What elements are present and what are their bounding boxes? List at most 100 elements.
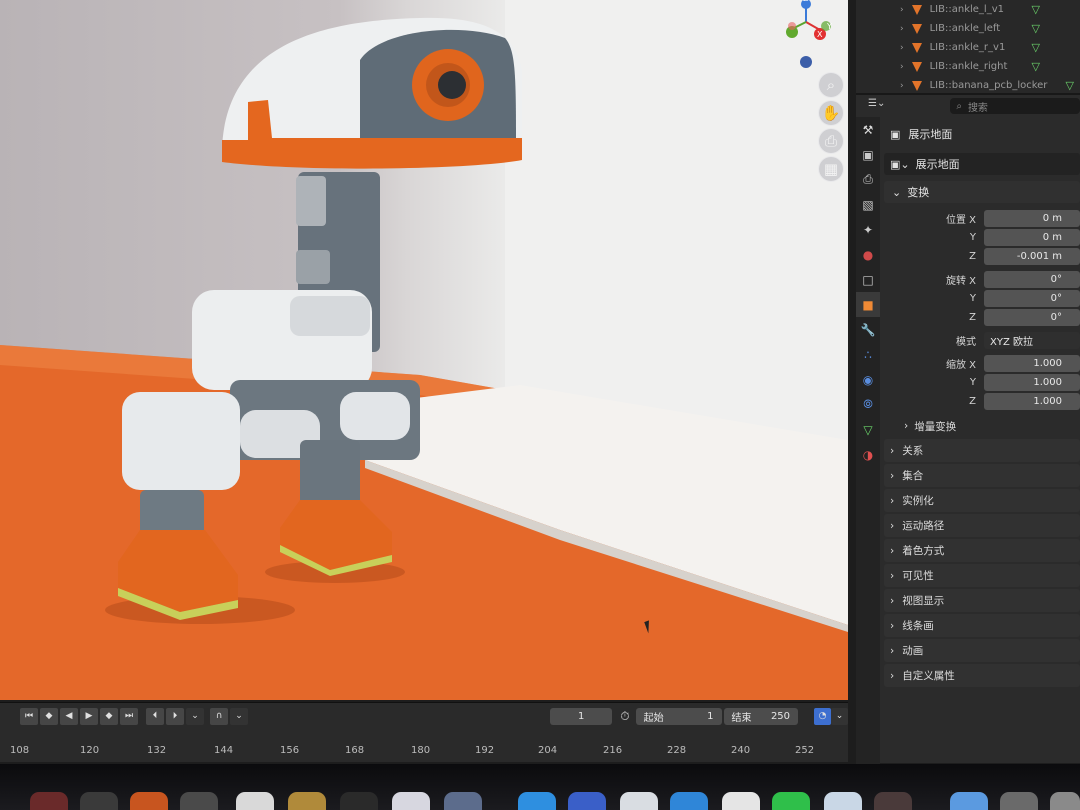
mesh-data-icon[interactable]: ▽ (1032, 60, 1040, 73)
dock-app-icon[interactable] (620, 792, 658, 810)
material-tab-icon[interactable]: ◑ (856, 442, 880, 467)
visibility-panel[interactable]: › 可见性 (884, 564, 1080, 587)
outliner-row[interactable]: › LIB::ankle_right ▽ (856, 57, 1080, 76)
timeline-ruler[interactable]: 108 120 132 144 156 168 180 192 204 216 … (0, 741, 848, 763)
constraints-tab-icon[interactable]: ⦾ (856, 392, 880, 417)
expand-chevron-icon[interactable]: › (900, 62, 904, 72)
collections-panel[interactable]: › 集合 (884, 464, 1080, 487)
scale-y-field[interactable]: 1.000 (984, 374, 1080, 391)
world-tab-icon[interactable]: ● (856, 242, 880, 267)
dock-app-icon[interactable] (722, 792, 760, 810)
prev-keyframe-icon[interactable]: ◆ (40, 707, 58, 725)
play-icon[interactable]: ▶ (80, 707, 98, 725)
rotation-mode-dropdown[interactable]: XYZ 欧拉 (984, 332, 1080, 349)
tool-tab-icon[interactable]: ⚒ (856, 117, 880, 142)
perspective-grid-icon[interactable]: ▦ (818, 156, 844, 182)
view-layer-tab-icon[interactable]: ▧ (856, 192, 880, 217)
expand-chevron-icon[interactable]: › (900, 5, 904, 15)
dock-app-icon[interactable] (288, 792, 326, 810)
dock-app-icon[interactable] (130, 792, 168, 810)
rotation-z-field[interactable]: 0° (984, 309, 1080, 326)
outliner-row[interactable]: › LIB::ankle_left ▽ (856, 19, 1080, 38)
dock-app-icon[interactable] (340, 792, 378, 810)
mesh-data-icon[interactable]: ▽ (1032, 3, 1040, 16)
mesh-data-icon[interactable]: ▽ (1032, 22, 1040, 35)
mesh-data-icon[interactable]: ▽ (1032, 41, 1040, 54)
outliner[interactable]: › LIB::ankle_l_v1 ▽ › LIB::ankle_left ▽ … (856, 0, 1080, 93)
dock-app-icon[interactable] (874, 792, 912, 810)
outliner-row[interactable]: › LIB::ankle_r_v1 ▽ (856, 38, 1080, 57)
step-back-icon[interactable]: ⏴ (146, 707, 164, 725)
delta-transform-subpanel[interactable]: › 增量变换 (884, 415, 1080, 437)
physics-tab-icon[interactable]: ◉ (856, 367, 880, 392)
outliner-row[interactable]: › LIB::ankle_l_v1 ▽ (856, 0, 1080, 19)
expand-chevron-icon[interactable]: › (900, 24, 904, 34)
editor-type-dropdown[interactable]: ☰⌄ (868, 98, 890, 114)
3d-viewport[interactable]: Z Y X ⌕ ✋ ⎙ ▦ (0, 0, 848, 700)
scale-x-field[interactable]: 1.000 (984, 355, 1080, 372)
navigation-gizmo[interactable] (772, 0, 844, 72)
dock-app-icon[interactable] (80, 792, 118, 810)
rotation-y-field[interactable]: 0° (984, 290, 1080, 307)
particles-tab-icon[interactable]: ∴ (856, 342, 880, 367)
data-tab-icon[interactable]: ▽ (856, 417, 880, 442)
render-tab-icon[interactable]: ▣ (856, 142, 880, 167)
search-input[interactable]: ⌕ 搜索 (950, 98, 1080, 114)
dock-app-icon[interactable] (236, 792, 274, 810)
next-keyframe-icon[interactable]: ◆ (100, 707, 118, 725)
dock-app-icon[interactable] (30, 792, 68, 810)
step-forward-icon[interactable]: ⏵ (166, 707, 184, 725)
dock-app-icon[interactable] (1050, 792, 1080, 810)
output-tab-icon[interactable]: ⎙ (856, 167, 880, 192)
dock-app-icon[interactable] (180, 792, 218, 810)
chevron-down-icon[interactable]: ⌄ (831, 707, 848, 725)
outliner-row[interactable]: › LIB::banana_pcb_locker ▽ (856, 76, 1080, 93)
jump-start-icon[interactable]: ⏮ (20, 707, 38, 725)
line-art-panel[interactable]: › 线条画 (884, 614, 1080, 637)
motion-paths-panel[interactable]: › 运动路径 (884, 514, 1080, 537)
expand-chevron-icon[interactable]: › (900, 81, 904, 91)
dock-app-icon[interactable] (444, 792, 482, 810)
animation-panel[interactable]: › 动画 (884, 639, 1080, 662)
relations-panel[interactable]: › 关系 (884, 439, 1080, 462)
dock-app-icon[interactable] (824, 792, 862, 810)
jump-end-icon[interactable]: ⏭ (120, 707, 138, 725)
scene-tab-icon[interactable]: ✦ (856, 217, 880, 242)
object-type-dropdown-icon[interactable]: ▣⌄ (890, 158, 910, 171)
pan-hand-icon[interactable]: ✋ (818, 100, 844, 126)
transform-panel-header[interactable]: ⌄ 变换 (884, 181, 1080, 203)
dock-app-icon[interactable] (568, 792, 606, 810)
scale-z-field[interactable]: 1.000 (984, 393, 1080, 410)
zoom-icon[interactable]: ⌕ (818, 72, 844, 98)
modifier-tab-icon[interactable]: 🔧 (856, 317, 880, 342)
collection-tab-icon[interactable]: □ (856, 267, 880, 292)
properties-editor[interactable]: ☰⌄ ⌕ 搜索 ⚒ ▣ ⎙ ▧ ✦ ● □ ■ 🔧 ∴ ◉ ⦾ ▽ ◑ ▣ 展示… (856, 93, 1080, 777)
dock-app-icon[interactable] (392, 792, 430, 810)
viewport-display-panel[interactable]: › 视图显示 (884, 589, 1080, 612)
dock-app-icon[interactable] (950, 792, 988, 810)
location-x-field[interactable]: 0 m (984, 210, 1080, 227)
location-y-field[interactable]: 0 m (984, 229, 1080, 246)
end-frame-field[interactable]: 结束 250 (723, 707, 799, 725)
expand-chevron-icon[interactable]: › (900, 43, 904, 53)
rotation-x-field[interactable]: 0° (984, 271, 1080, 288)
play-reverse-icon[interactable]: ◀ (60, 707, 78, 725)
object-name-field[interactable]: ▣⌄ 展示地面 (884, 153, 1080, 175)
dock-app-icon[interactable] (1000, 792, 1038, 810)
location-z-field[interactable]: -0.001 m (984, 248, 1080, 265)
timeline[interactable]: ⏮ ◆ ◀ ▶ ◆ ⏭ ⏴ ⏵ ⌄ ∩ ⌄ 1 ⏱ 起始 1 结束 250 ◔ … (0, 702, 848, 762)
dock-app-icon[interactable] (518, 792, 556, 810)
chevron-down-icon[interactable]: ⌄ (230, 707, 248, 725)
instancing-panel[interactable]: › 实例化 (884, 489, 1080, 512)
shading-panel[interactable]: › 着色方式 (884, 539, 1080, 562)
sync-mode-icon[interactable]: ◔ (814, 707, 832, 725)
dock-app-icon[interactable] (670, 792, 708, 810)
dock-app-icon[interactable] (772, 792, 810, 810)
magnet-snap-icon[interactable]: ∩ (210, 707, 228, 725)
stopwatch-icon[interactable]: ⏱ (620, 709, 629, 724)
custom-properties-panel[interactable]: › 自定义属性 (884, 664, 1080, 687)
mesh-data-icon[interactable]: ▽ (1066, 79, 1074, 92)
camera-view-icon[interactable]: ⎙ (818, 128, 844, 154)
start-frame-field[interactable]: 起始 1 (635, 707, 722, 725)
chevron-down-icon[interactable]: ⌄ (186, 707, 204, 725)
